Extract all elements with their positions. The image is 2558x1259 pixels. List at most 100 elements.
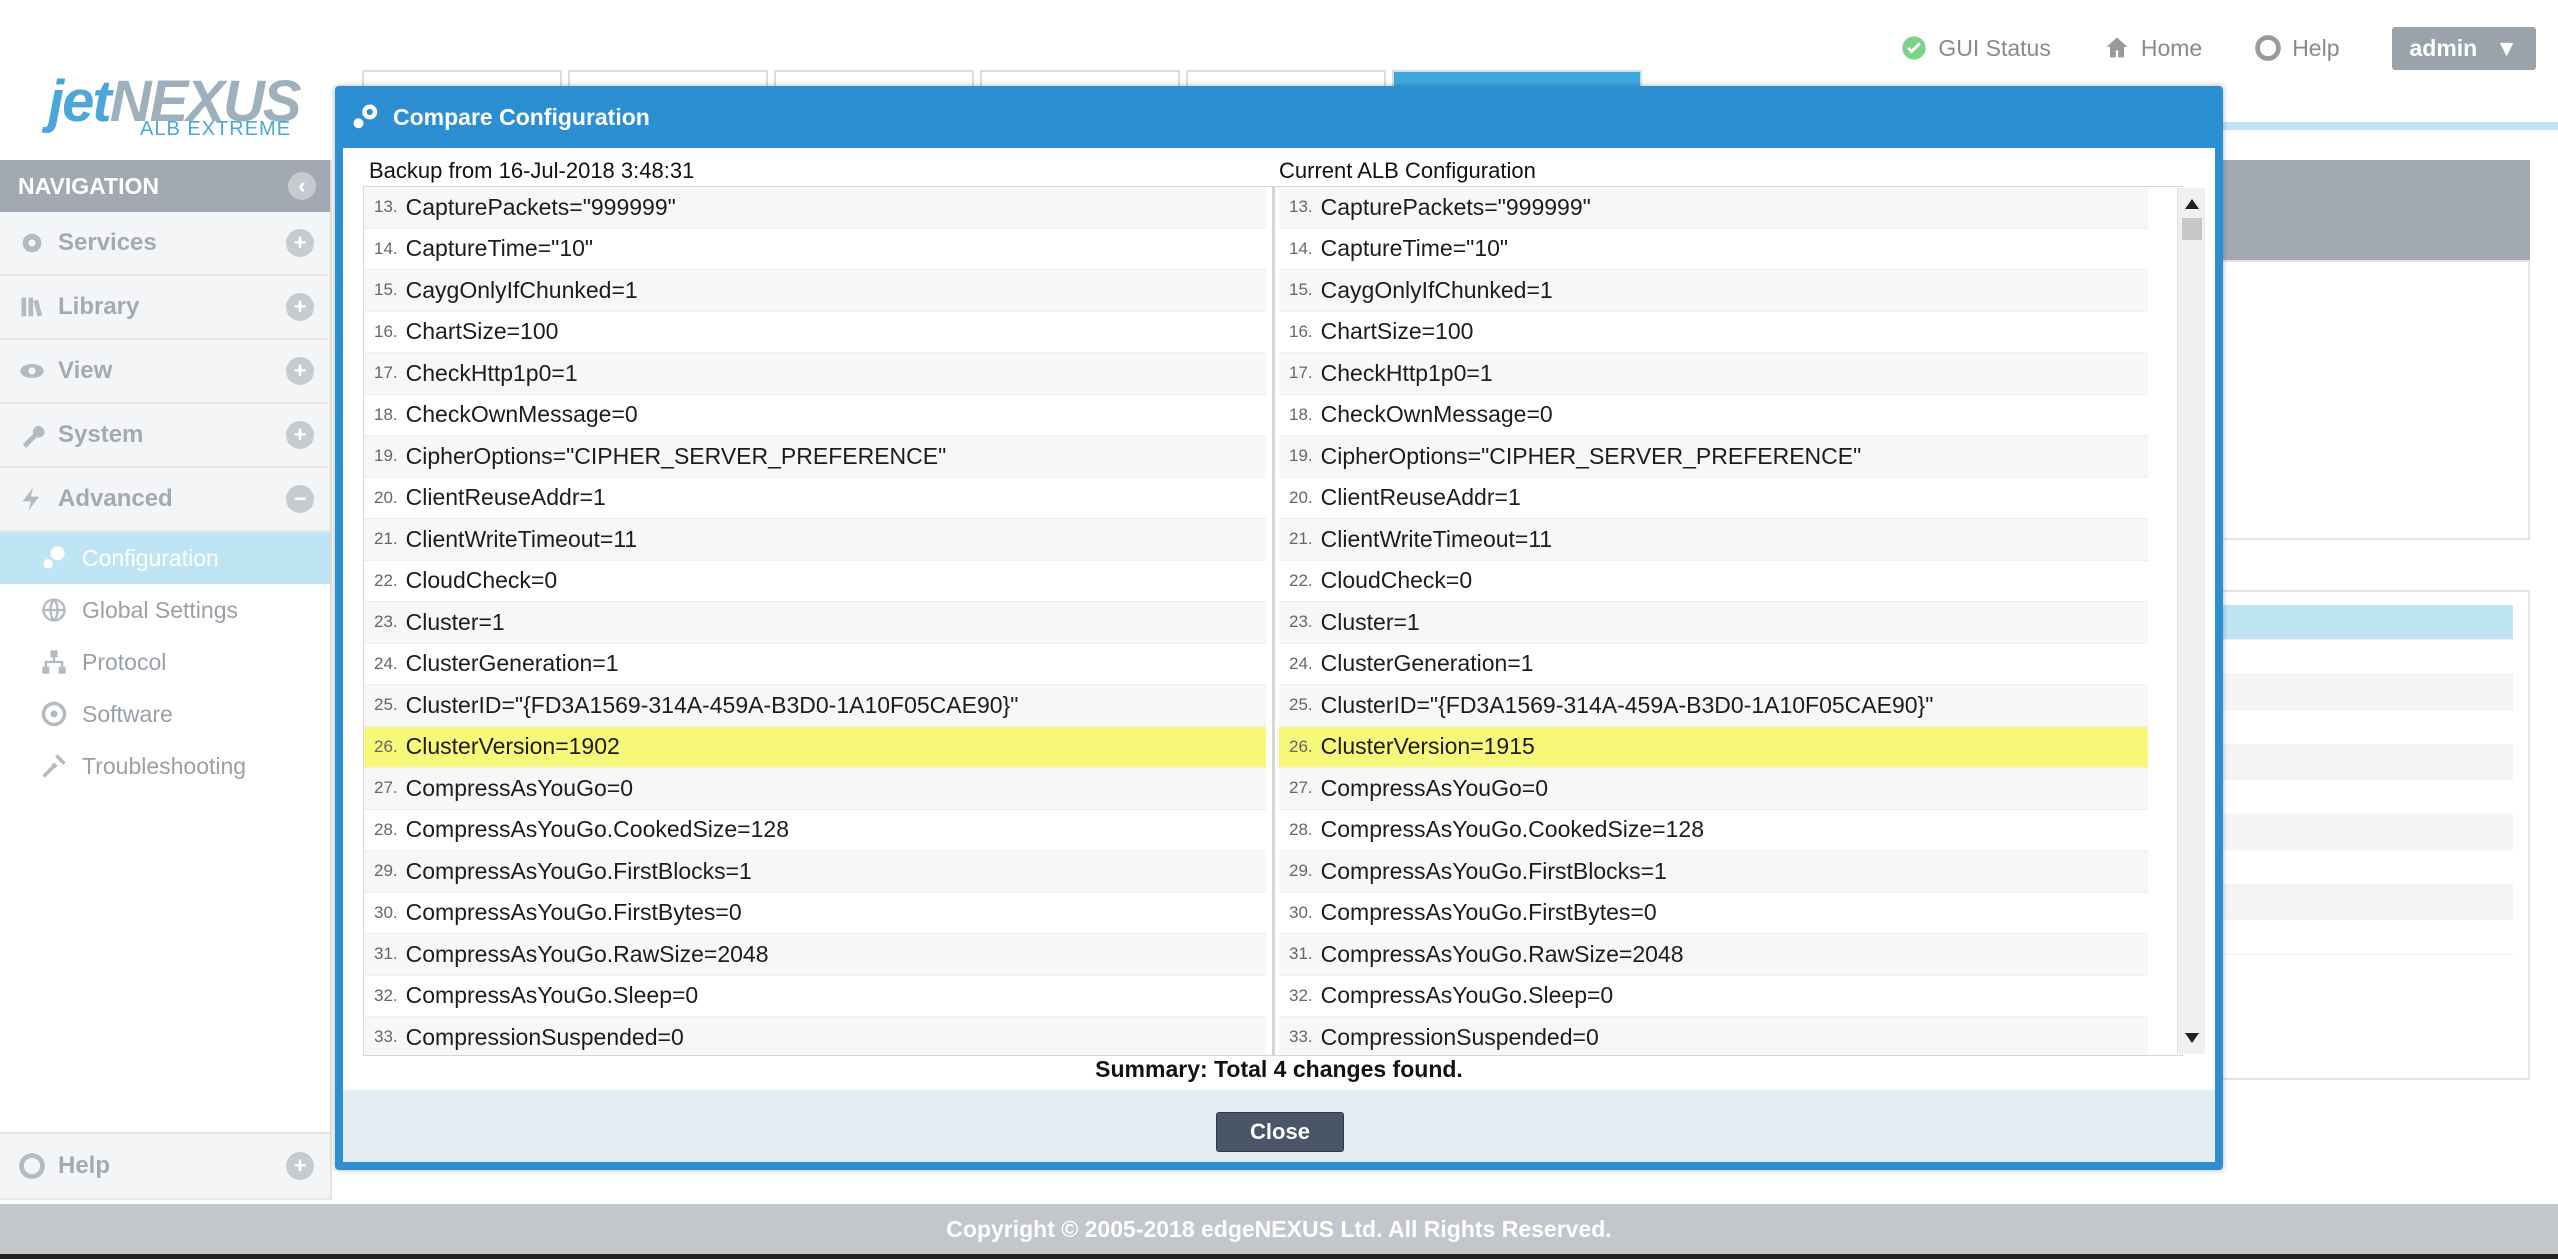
line-text: CompressAsYouGo.FirstBytes=0 — [405, 899, 742, 926]
compare-scrollbar[interactable] — [2177, 188, 2205, 1054]
line-number: 26. — [1289, 736, 1313, 756]
line-text: CompressAsYouGo.CookedSize=128 — [405, 816, 789, 843]
line-text: CipherOptions="CIPHER_SERVER_PREFERENCE" — [1320, 442, 1862, 469]
config-line: 23. Cluster=1 — [364, 602, 1266, 644]
line-text: ClientWriteTimeout=11 — [405, 525, 638, 552]
line-number: 14. — [1289, 238, 1313, 258]
line-number: 30. — [1289, 902, 1313, 922]
line-number: 18. — [1289, 404, 1313, 424]
line-text: CapturePackets="999999" — [1320, 193, 1591, 220]
line-text: CompressAsYouGo.FirstBytes=0 — [1320, 899, 1657, 926]
dialog-titlebar[interactable]: Compare Configuration — [335, 86, 2223, 148]
line-text: CheckHttp1p0=1 — [1320, 359, 1493, 386]
line-number: 32. — [374, 985, 398, 1005]
line-text: CompressAsYouGo.CookedSize=128 — [1320, 816, 1704, 843]
config-line: 30. CompressAsYouGo.FirstBytes=0 — [364, 893, 1266, 934]
compare-configuration-dialog: Compare Configuration Backup from 16-Jul… — [335, 86, 2223, 1170]
config-line: 20. ClientReuseAddr=1 — [1279, 478, 2148, 519]
line-number: 33. — [1289, 1027, 1313, 1047]
line-text: Cluster=1 — [405, 608, 505, 635]
line-number: 19. — [374, 446, 398, 466]
config-line: 27. CompressAsYouGo=0 — [1279, 768, 2148, 810]
line-text: ClientReuseAddr=1 — [405, 484, 606, 511]
line-text: CaygOnlyIfChunked=1 — [1320, 276, 1553, 303]
config-line: 25. ClusterID="{FD3A1569-314A-459A-B3D0-1… — [364, 685, 1266, 727]
line-text: CaptureTime="10" — [405, 235, 594, 262]
line-text: CompressAsYouGo.FirstBlocks=1 — [405, 857, 752, 884]
line-number: 24. — [1289, 653, 1313, 673]
config-line: 22. CloudCheck=0 — [1279, 561, 2148, 602]
line-text: ClusterVersion=1902 — [405, 733, 620, 760]
line-text: CheckOwnMessage=0 — [405, 401, 638, 428]
config-line: 32. CompressAsYouGo.Sleep=0 — [364, 976, 1266, 1017]
changes-summary: Summary: Total 4 changes found. — [1095, 1056, 1463, 1082]
config-line: 21. ClientWriteTimeout=11 — [364, 519, 1266, 561]
line-number: 29. — [1289, 861, 1313, 881]
line-number: 19. — [1289, 446, 1313, 466]
line-number: 21. — [1289, 529, 1313, 549]
dialog-title: Compare Configuration — [393, 103, 650, 130]
line-text: CompressAsYouGo.FirstBlocks=1 — [1320, 857, 1667, 884]
current-pane-title: Current ALB Configuration — [1279, 158, 1536, 183]
line-number: 25. — [374, 695, 398, 715]
line-text: CompressAsYouGo.Sleep=0 — [405, 982, 699, 1009]
config-line: 33. CompressionSuspended=0 — [364, 1017, 1266, 1055]
line-number: 27. — [1289, 778, 1313, 798]
config-line: 14. CaptureTime="10" — [364, 229, 1266, 270]
line-text: CaptureTime="10" — [1320, 235, 1509, 262]
config-icon — [353, 104, 378, 129]
diff-line: 26. ClusterVersion=1902 — [364, 726, 1266, 768]
line-text: ClusterGeneration=1 — [405, 650, 619, 677]
line-number: 28. — [1289, 819, 1313, 839]
line-number: 22. — [1289, 570, 1313, 590]
line-text: ChartSize=100 — [1320, 318, 1474, 345]
line-text: CompressAsYouGo=0 — [405, 774, 634, 801]
config-line: 13. CapturePackets="999999" — [1279, 187, 2148, 229]
line-text: CompressionSuspended=0 — [405, 1023, 684, 1050]
line-number: 16. — [374, 321, 398, 341]
line-text: CompressionSuspended=0 — [1320, 1023, 1599, 1050]
scrollbar-thumb[interactable] — [2182, 218, 2202, 240]
line-text: CheckOwnMessage=0 — [1320, 401, 1553, 428]
line-text: CaygOnlyIfChunked=1 — [405, 276, 638, 303]
line-number: 18. — [374, 404, 398, 424]
config-line: 22. CloudCheck=0 — [364, 561, 1266, 602]
line-number: 22. — [374, 570, 398, 590]
line-number: 32. — [1289, 985, 1313, 1005]
line-text: CloudCheck=0 — [405, 567, 558, 594]
line-text: Cluster=1 — [1320, 608, 1420, 635]
line-number: 29. — [374, 861, 398, 881]
backup-config-pane[interactable]: 13. CapturePackets="999999" 14. CaptureTime… — [363, 186, 1273, 1056]
line-number: 14. — [374, 238, 398, 258]
line-text: ClusterID="{FD3A1569-314A-459A-B3D0-1A10… — [405, 691, 1019, 718]
line-text: CipherOptions="CIPHER_SERVER_PREFERENCE" — [405, 442, 947, 469]
line-number: 15. — [1289, 280, 1313, 300]
close-button[interactable]: Close — [1216, 1112, 1344, 1152]
current-config-pane[interactable]: 13. CapturePackets="999999" 14. CaptureTime… — [1273, 186, 2183, 1056]
line-text: ClientReuseAddr=1 — [1320, 484, 1521, 511]
dialog-body: Backup from 16-Jul-2018 3:48:31 Current … — [343, 148, 2215, 1162]
line-number: 24. — [374, 653, 398, 673]
line-number: 15. — [374, 280, 398, 300]
line-text: CompressAsYouGo.RawSize=2048 — [1320, 940, 1684, 967]
line-text: ClusterID="{FD3A1569-314A-459A-B3D0-1A10… — [1320, 691, 1934, 718]
line-number: 27. — [374, 778, 398, 798]
config-line: 15. CaygOnlyIfChunked=1 — [364, 270, 1266, 312]
line-text: CompressAsYouGo.RawSize=2048 — [405, 940, 769, 967]
config-line: 16. ChartSize=100 — [364, 312, 1266, 353]
line-number: 25. — [1289, 695, 1313, 715]
line-text: ClientWriteTimeout=11 — [1320, 525, 1553, 552]
line-number: 23. — [1289, 612, 1313, 632]
compare-content: Backup from 16-Jul-2018 3:48:31 Current … — [343, 148, 2215, 1090]
config-line: 17. CheckHttp1p0=1 — [1279, 353, 2148, 395]
config-line: 19. CipherOptions="CIPHER_SERVER_PREFEREN… — [364, 436, 1266, 478]
config-line: 24. ClusterGeneration=1 — [1279, 644, 2148, 685]
config-line: 18. CheckOwnMessage=0 — [1279, 395, 2148, 436]
config-line: 30. CompressAsYouGo.FirstBytes=0 — [1279, 893, 2148, 934]
line-number: 17. — [1289, 363, 1313, 383]
scroll-up-arrow-icon[interactable] — [2178, 192, 2206, 216]
scroll-down-arrow-icon[interactable] — [2178, 1026, 2206, 1050]
config-line: 15. CaygOnlyIfChunked=1 — [1279, 270, 2148, 312]
line-number: 23. — [374, 612, 398, 632]
line-text: ClusterGeneration=1 — [1320, 650, 1534, 677]
